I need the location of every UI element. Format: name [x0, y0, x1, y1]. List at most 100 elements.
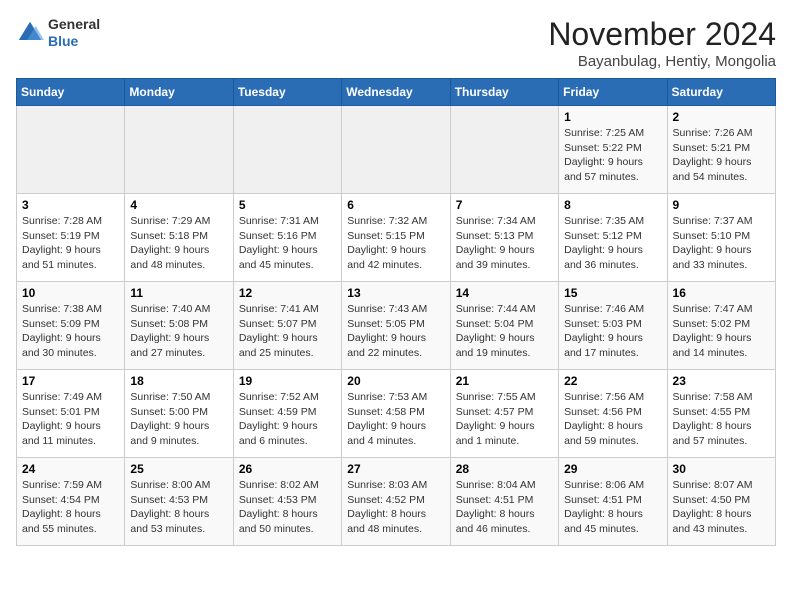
header-cell-saturday: Saturday: [667, 79, 775, 106]
logo-blue: Blue: [48, 33, 78, 49]
day-cell: 6Sunrise: 7:32 AMSunset: 5:15 PMDaylight…: [342, 194, 450, 282]
day-number: 13: [347, 286, 444, 300]
day-cell: 19 Sunrise: 7:52 AMSunset: 4:59 PMDayligh…: [233, 370, 341, 458]
day-number: 23: [673, 374, 770, 388]
day-cell: 27 Sunrise: 8:03 AMSunset: 4:52 PMDayligh…: [342, 458, 450, 546]
day-cell: 28 Sunrise: 8:04 AMSunset: 4:51 PMDayligh…: [450, 458, 558, 546]
day-cell: [450, 106, 558, 194]
day-number: 6: [347, 198, 444, 212]
header-cell-sunday: Sunday: [17, 79, 125, 106]
day-cell: 23 Sunrise: 7:58 AMSunset: 4:55 PMDayligh…: [667, 370, 775, 458]
day-cell: 30 Sunrise: 8:07 AMSunset: 4:50 PMDayligh…: [667, 458, 775, 546]
day-cell: 7 Sunrise: 7:34 AMSunset: 5:13 PMDaylight…: [450, 194, 558, 282]
day-cell: 8 Sunrise: 7:35 AMSunset: 5:12 PMDaylight…: [559, 194, 667, 282]
day-cell: 24Sunrise: 7:59 AMSunset: 4:54 PMDayligh…: [17, 458, 125, 546]
day-number: 11: [130, 286, 227, 300]
day-number: 5: [239, 198, 336, 212]
day-info: Sunrise: 7:58 AMSunset: 4:55 PMDaylight:…: [673, 390, 770, 449]
day-info: Sunrise: 7:50 AMSunset: 5:00 PMDaylight:…: [130, 390, 227, 449]
day-info: Sunrise: 7:26 AMSunset: 5:21 PMDaylight:…: [673, 126, 770, 185]
day-cell: 18 Sunrise: 7:50 AMSunset: 5:00 PMDayligh…: [125, 370, 233, 458]
day-cell: 5 Sunrise: 7:31 AMSunset: 5:16 PMDaylight…: [233, 194, 341, 282]
day-number: 7: [456, 198, 553, 212]
header: General Blue November 2024 Bayanbulag, H…: [16, 16, 776, 70]
day-number: 3: [22, 198, 119, 212]
day-info: Sunrise: 8:07 AMSunset: 4:50 PMDaylight:…: [673, 478, 770, 537]
day-cell: [17, 106, 125, 194]
day-number: 22: [564, 374, 661, 388]
header-cell-friday: Friday: [559, 79, 667, 106]
day-info: Sunrise: 7:37 AMSunset: 5:10 PMDaylight:…: [673, 214, 770, 273]
day-number: 9: [673, 198, 770, 212]
calendar-header: SundayMondayTuesdayWednesdayThursdayFrid…: [17, 79, 776, 106]
day-number: 10: [22, 286, 119, 300]
day-info: Sunrise: 8:06 AMSunset: 4:51 PMDaylight:…: [564, 478, 661, 537]
day-number: 17: [22, 374, 119, 388]
week-row-5: 24Sunrise: 7:59 AMSunset: 4:54 PMDayligh…: [17, 458, 776, 546]
day-cell: [125, 106, 233, 194]
day-info: Sunrise: 7:55 AMSunset: 4:57 PMDaylight:…: [456, 390, 553, 449]
day-info: Sunrise: 7:43 AMSunset: 5:05 PMDaylight:…: [347, 302, 444, 361]
day-number: 14: [456, 286, 553, 300]
day-info: Sunrise: 7:49 AMSunset: 5:01 PMDaylight:…: [22, 390, 119, 449]
day-cell: 21 Sunrise: 7:55 AMSunset: 4:57 PMDayligh…: [450, 370, 558, 458]
day-number: 30: [673, 462, 770, 476]
day-cell: [233, 106, 341, 194]
day-info: Sunrise: 8:00 AMSunset: 4:53 PMDaylight:…: [130, 478, 227, 537]
day-number: 24: [22, 462, 119, 476]
header-cell-monday: Monday: [125, 79, 233, 106]
day-info: Sunrise: 7:29 AMSunset: 5:18 PMDaylight:…: [130, 214, 227, 273]
week-row-2: 3 Sunrise: 7:28 AMSunset: 5:19 PMDaylight…: [17, 194, 776, 282]
day-info: Sunrise: 8:03 AMSunset: 4:52 PMDaylight:…: [347, 478, 444, 537]
day-info: Sunrise: 7:28 AMSunset: 5:19 PMDaylight:…: [22, 214, 119, 273]
calendar: SundayMondayTuesdayWednesdayThursdayFrid…: [16, 78, 776, 546]
day-cell: 26Sunrise: 8:02 AMSunset: 4:53 PMDayligh…: [233, 458, 341, 546]
day-number: 12: [239, 286, 336, 300]
header-row: SundayMondayTuesdayWednesdayThursdayFrid…: [17, 79, 776, 106]
header-cell-tuesday: Tuesday: [233, 79, 341, 106]
day-number: 18: [130, 374, 227, 388]
day-cell: 16Sunrise: 7:47 AMSunset: 5:02 PMDayligh…: [667, 282, 775, 370]
day-info: Sunrise: 7:40 AMSunset: 5:08 PMDaylight:…: [130, 302, 227, 361]
day-info: Sunrise: 7:52 AMSunset: 4:59 PMDaylight:…: [239, 390, 336, 449]
day-cell: 20 Sunrise: 7:53 AMSunset: 4:58 PMDayligh…: [342, 370, 450, 458]
day-info: Sunrise: 7:31 AMSunset: 5:16 PMDaylight:…: [239, 214, 336, 273]
day-info: Sunrise: 8:02 AMSunset: 4:53 PMDaylight:…: [239, 478, 336, 537]
day-cell: 17 Sunrise: 7:49 AMSunset: 5:01 PMDayligh…: [17, 370, 125, 458]
day-number: 27: [347, 462, 444, 476]
day-info: Sunrise: 7:47 AMSunset: 5:02 PMDaylight:…: [673, 302, 770, 361]
day-cell: 3 Sunrise: 7:28 AMSunset: 5:19 PMDaylight…: [17, 194, 125, 282]
day-info: Sunrise: 7:34 AMSunset: 5:13 PMDaylight:…: [456, 214, 553, 273]
day-info: Sunrise: 7:25 AMSunset: 5:22 PMDaylight:…: [564, 126, 661, 185]
week-row-3: 10 Sunrise: 7:38 AMSunset: 5:09 PMDayligh…: [17, 282, 776, 370]
day-number: 2: [673, 110, 770, 124]
day-cell: 4 Sunrise: 7:29 AMSunset: 5:18 PMDaylight…: [125, 194, 233, 282]
day-info: Sunrise: 8:04 AMSunset: 4:51 PMDaylight:…: [456, 478, 553, 537]
logo: General Blue: [16, 16, 100, 50]
day-number: 29: [564, 462, 661, 476]
day-number: 19: [239, 374, 336, 388]
day-number: 8: [564, 198, 661, 212]
day-number: 4: [130, 198, 227, 212]
day-info: Sunrise: 7:35 AMSunset: 5:12 PMDaylight:…: [564, 214, 661, 273]
day-cell: 29 Sunrise: 8:06 AMSunset: 4:51 PMDayligh…: [559, 458, 667, 546]
day-cell: 14 Sunrise: 7:44 AMSunset: 5:04 PMDayligh…: [450, 282, 558, 370]
day-number: 21: [456, 374, 553, 388]
day-cell: 2 Sunrise: 7:26 AMSunset: 5:21 PMDaylight…: [667, 106, 775, 194]
day-cell: 25Sunrise: 8:00 AMSunset: 4:53 PMDayligh…: [125, 458, 233, 546]
day-cell: 22Sunrise: 7:56 AMSunset: 4:56 PMDayligh…: [559, 370, 667, 458]
day-number: 20: [347, 374, 444, 388]
day-cell: 11 Sunrise: 7:40 AMSunset: 5:08 PMDayligh…: [125, 282, 233, 370]
day-info: Sunrise: 7:44 AMSunset: 5:04 PMDaylight:…: [456, 302, 553, 361]
day-number: 1: [564, 110, 661, 124]
day-cell: 10 Sunrise: 7:38 AMSunset: 5:09 PMDayligh…: [17, 282, 125, 370]
day-info: Sunrise: 7:41 AMSunset: 5:07 PMDaylight:…: [239, 302, 336, 361]
week-row-1: 1 Sunrise: 7:25 AMSunset: 5:22 PMDaylight…: [17, 106, 776, 194]
day-cell: 12 Sunrise: 7:41 AMSunset: 5:07 PMDayligh…: [233, 282, 341, 370]
day-info: Sunrise: 7:38 AMSunset: 5:09 PMDaylight:…: [22, 302, 119, 361]
day-cell: 1 Sunrise: 7:25 AMSunset: 5:22 PMDaylight…: [559, 106, 667, 194]
day-cell: 15Sunrise: 7:46 AMSunset: 5:03 PMDayligh…: [559, 282, 667, 370]
day-number: 28: [456, 462, 553, 476]
day-info: Sunrise: 7:53 AMSunset: 4:58 PMDaylight:…: [347, 390, 444, 449]
header-cell-thursday: Thursday: [450, 79, 558, 106]
